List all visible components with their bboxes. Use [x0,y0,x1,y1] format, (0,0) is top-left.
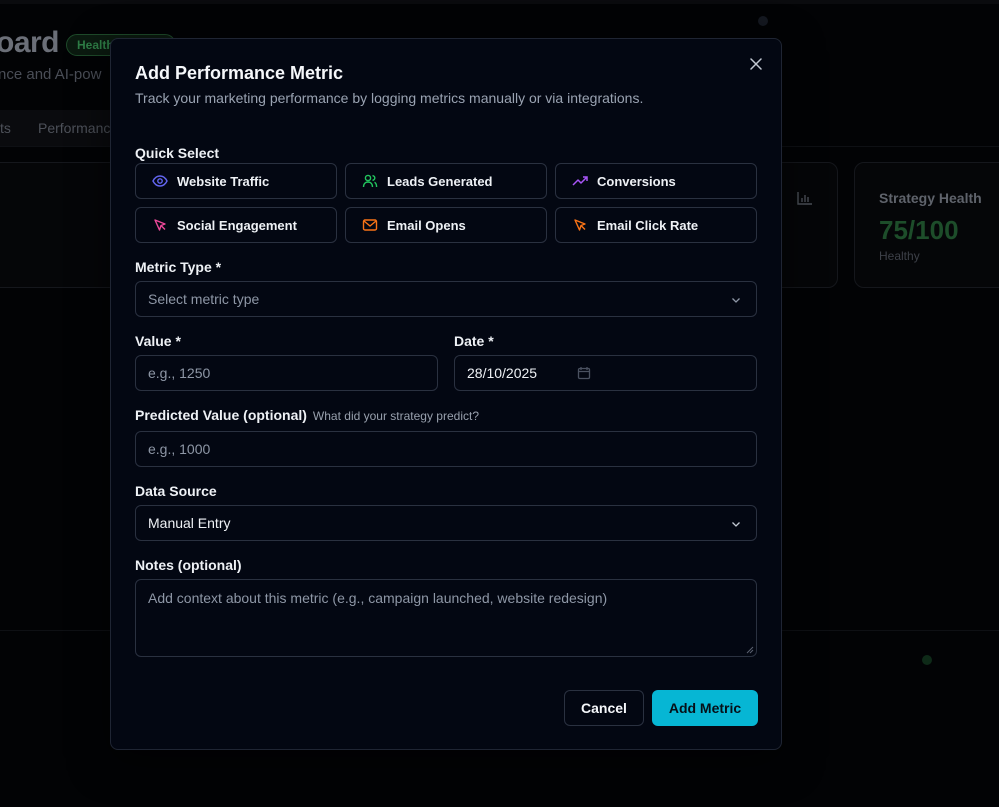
strategy-health-card: Strategy Health 75/100 Healthy [854,162,999,288]
option-label: Conversions [597,173,676,189]
predicted-value-label-text: Predicted Value (optional) [135,407,307,423]
option-label: Leads Generated [387,173,493,189]
predicted-value-label: Predicted Value (optional) What did your … [135,407,479,423]
trending-up-icon [572,176,588,186]
x-icon [750,58,762,70]
date-value: 28/10/2025 [467,365,538,381]
quick-select-social-engagement[interactable]: Social Engagement [135,207,337,243]
card-title: Strategy Health [879,190,982,206]
tab-partial[interactable]: ts [0,120,11,136]
dashboard-subtitle: nce and AI-pow [0,66,102,83]
status-dot [922,655,932,665]
option-label: Email Opens [387,217,466,233]
chevron-down-icon [732,522,740,527]
metric-type-placeholder: Select metric type [148,291,260,307]
cancel-button[interactable]: Cancel [564,690,644,726]
quick-select-label: Quick Select [135,145,220,161]
predicted-value-placeholder: e.g., 1000 [148,441,211,457]
quick-select-website-traffic[interactable]: Website Traffic [135,163,337,199]
add-metric-dialog: Add Performance Metric Track your market… [110,38,782,750]
metric-type-label: Metric Type * [135,259,222,275]
status-dot [758,16,768,26]
stat-card [0,162,120,288]
bar-chart-icon [797,192,812,205]
data-source-label: Data Source [135,483,217,499]
option-label: Website Traffic [177,173,270,189]
mail-icon [362,219,378,231]
quick-select-leads-generated[interactable]: Leads Generated [345,163,547,199]
notes-label: Notes (optional) [135,557,242,573]
data-source-select[interactable]: Manual Entry [135,505,757,541]
resize-handle-icon[interactable] [746,646,754,654]
value-input[interactable]: e.g., 1250 [135,355,438,391]
users-icon [362,174,378,188]
add-metric-button[interactable]: Add Metric [652,690,758,726]
date-input[interactable]: 28/10/2025 [454,355,757,391]
predicted-value-input[interactable]: e.g., 1000 [135,431,757,467]
card-value: 75/100 [879,215,959,245]
dashboard-title: oard [0,26,60,59]
predicted-value-hint: What did your strategy predict? [312,409,479,423]
card-subtext: Healthy [879,249,920,263]
quick-select-email-opens[interactable]: Email Opens [345,207,547,243]
option-label: Email Click Rate [597,217,699,233]
notes-placeholder: Add context about this metric (e.g., cam… [148,590,608,606]
close-button[interactable] [747,55,765,73]
chevron-down-icon [732,298,740,303]
value-label: Value * [135,333,181,349]
calendar-icon[interactable] [577,366,591,380]
metric-type-select[interactable]: Select metric type [135,281,757,317]
data-source-value: Manual Entry [148,515,231,531]
value-placeholder: e.g., 1250 [148,365,211,381]
cursor-click-icon [154,219,166,231]
dialog-title: Add Performance Metric [135,63,344,83]
tab-performance[interactable]: Performanc [38,120,110,136]
quick-select-conversions[interactable]: Conversions [555,163,757,199]
cursor-click-icon [574,219,586,231]
quick-select-email-click-rate[interactable]: Email Click Rate [555,207,757,243]
eye-icon [152,175,168,187]
top-bar [0,0,999,4]
date-label: Date * [454,333,494,349]
notes-textarea[interactable]: Add context about this metric (e.g., cam… [135,579,757,657]
dialog-description: Track your marketing performance by logg… [135,90,644,106]
option-label: Social Engagement [177,217,297,233]
